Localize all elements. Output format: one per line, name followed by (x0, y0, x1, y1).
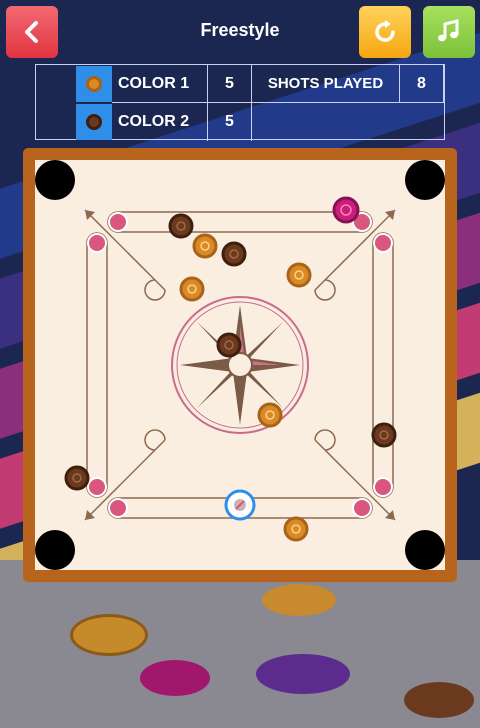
color1-score: 5 (208, 65, 252, 103)
color2-label: COLOR 2 (112, 103, 208, 141)
back-button[interactable] (6, 6, 58, 58)
scoreboard: COLOR 1 5 COLOR 2 5 SHOTS PLAYED 8 (35, 64, 445, 141)
shots-value: 8 (400, 65, 444, 103)
chevron-left-icon (25, 21, 38, 43)
shots-label: SHOTS PLAYED (252, 65, 400, 103)
music-note-icon (438, 19, 459, 42)
striker (224, 489, 256, 521)
board-markings (35, 160, 445, 570)
carrom-board[interactable] (23, 148, 457, 582)
restart-button[interactable] (359, 6, 411, 58)
pocket-bottom-right (405, 530, 445, 570)
queen-coin (332, 196, 360, 224)
pocket-bottom-left (35, 530, 75, 570)
page-title: Freestyle (200, 20, 280, 40)
color1-swatch (76, 66, 112, 102)
color2-swatch (76, 104, 112, 140)
board-surface[interactable] (35, 160, 445, 570)
music-button[interactable] (423, 6, 475, 58)
restart-icon (375, 20, 395, 42)
header: Freestyle (0, 0, 480, 62)
dark-coin-icon (86, 114, 102, 130)
color2-score: 5 (208, 103, 252, 141)
pocket-top-left (35, 160, 75, 200)
pocket-top-right (405, 160, 445, 200)
light-coin-icon (86, 76, 102, 92)
color1-label: COLOR 1 (112, 65, 208, 103)
